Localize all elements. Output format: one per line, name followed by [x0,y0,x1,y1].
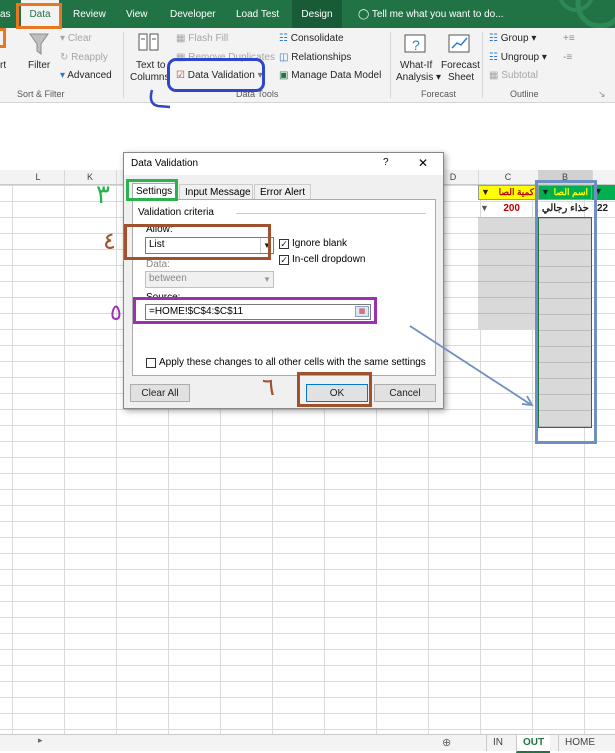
filter-icon [29,33,49,55]
annotation-arrow [409,325,534,407]
group-label-forecast: Forecast [421,89,457,99]
what-if-analysis-icon: ? [404,34,426,53]
close-icon[interactable]: ✕ [418,156,428,170]
group-icon: ☷ [489,33,498,44]
consolidate-button[interactable]: ☷ Consolidate [279,33,344,44]
annotation-box-data-tab [16,3,62,29]
outline-dialog-launcher-icon[interactable]: ↘ [598,89,606,100]
apply-all-label[interactable]: Apply these changes to all other cells w… [159,357,426,368]
subtotal-button[interactable]: ▦ Subtotal [489,70,538,81]
annotation-box-settings-tab [126,179,178,201]
ignore-blank-checkbox[interactable]: ✓ [279,239,289,249]
tab-input-message[interactable]: Input Message [179,184,253,200]
flash-fill-button[interactable]: ▦ Flash Fill [176,33,228,44]
decorative-circles-icon [559,0,615,28]
consolidate-icon: ☷ [279,33,288,44]
filter-button[interactable]: Filter [28,60,50,71]
clear-all-button[interactable]: Clear All [130,384,190,402]
tab-developer[interactable]: Developer [170,0,216,28]
chevron-down-icon: ▼ [263,275,271,284]
annotation-box-allow [124,224,271,260]
what-if-label-2[interactable]: Analysis ▾ [396,72,441,83]
annotation-label-step3: ٣ [96,180,110,210]
group-label-outline: Outline [510,89,539,99]
validation-criteria-label: Validation criteria [138,207,214,218]
dialog-titlebar: Data Validation ? ✕ [124,153,443,175]
ignore-blank-label[interactable]: Ignore blank [292,238,347,249]
sheet-tab-home[interactable]: HOME [558,735,601,751]
annotation-label-step5: ٥ [110,301,122,326]
annotation-box-ok [297,372,372,407]
forecast-sheet-icon [448,34,470,53]
relationships-button[interactable]: ◫ Relationships [279,52,351,63]
annotation-box-sort-partial [0,28,6,48]
group-label-sort-filter: Sort & Filter [17,89,65,99]
data-dropdown: between ▼ [145,271,274,288]
text-to-columns-label-1[interactable]: Text to [136,60,165,71]
show-detail-icon[interactable]: +≡ [563,33,575,44]
dropdown-arrow-icon[interactable]: ▼ [480,203,489,213]
annotation-label-step6: ٦ [262,373,275,401]
reapply-button[interactable]: ↻ Reapply [60,52,108,63]
ungroup-button[interactable]: ☷ Ungroup ▾ [489,52,547,63]
sheet-tab-out[interactable]: OUT [516,735,551,753]
annotation-label-step4: ٤ [103,227,116,255]
manage-data-model-button[interactable]: ▣ Manage Data Model [279,70,381,81]
column-header-c[interactable]: C [478,170,539,184]
apply-all-checkbox[interactable] [146,358,156,368]
annotation-mark-step2 [149,89,171,109]
advanced-filter-icon: ▾ [60,70,66,81]
annotation-box-target-range [535,180,597,444]
clear-button[interactable]: ▾ Clear [60,33,92,44]
hide-detail-icon[interactable]: -≡ [563,52,572,63]
incell-dropdown-label[interactable]: In-cell dropdown [292,254,365,265]
tell-me-box[interactable]: ◯ Tell me what you want to do... [358,0,504,28]
sort-button-partial[interactable]: rt [0,60,6,71]
group-separator [123,32,124,98]
forecast-sheet-label-2[interactable]: Sheet [448,72,474,83]
divider [236,213,426,214]
text-to-columns-label-2[interactable]: Columns [130,72,169,83]
tab-load-test[interactable]: Load Test [236,0,279,28]
lightbulb-icon: ◯ [358,9,370,20]
tab-error-alert[interactable]: Error Alert [254,184,311,200]
group-separator [390,32,391,98]
cell-c-data[interactable]: ▼ 200 [478,201,538,217]
ungroup-icon: ☷ [489,52,498,63]
range-c-selected[interactable] [478,217,538,329]
incell-dropdown-checkbox[interactable]: ✓ [279,255,289,265]
what-if-label-1[interactable]: What-If [400,60,432,71]
annotation-box-data-validation [167,58,265,92]
tab-review[interactable]: Review [73,0,106,28]
text-to-columns-icon [138,33,159,51]
forecast-sheet-label-1[interactable]: Forecast [441,60,480,71]
ribbon-tab-bar: as Data Review View Developer Load Test … [0,0,615,28]
filter-dropdown-icon[interactable]: ▼ [481,187,490,197]
svg-text:?: ? [412,37,420,53]
help-button[interactable]: ? [383,157,389,168]
data-model-icon: ▣ [279,70,289,81]
relationships-icon: ◫ [279,52,289,63]
dialog-title: Data Validation [131,158,199,169]
annotation-box-source [133,297,377,324]
data-label: Data: [146,259,170,270]
ribbon: rt Filter ▾ Clear ↻ Reapply ▾ Advanced S… [0,28,615,103]
tab-design[interactable]: Design [292,0,342,28]
cell-a-data-partial[interactable]: 22 [597,203,608,214]
sheet-tab-in[interactable]: IN [486,735,509,751]
scroll-right-arrow-icon[interactable]: ▸ [38,735,43,746]
tab-view[interactable]: View [126,0,148,28]
cell-c-header[interactable]: ▼ كمية الصا [478,185,538,200]
sheet-tab-bar: ▸ ⊕ IN OUT HOME [0,734,615,753]
group-button[interactable]: ☷ Group ▾ [489,33,536,44]
add-sheet-icon[interactable]: ⊕ [442,736,451,749]
column-header-l[interactable]: L [12,170,65,184]
tab-formulas-partial[interactable]: as [0,0,11,28]
group-separator [482,32,483,98]
advanced-button[interactable]: ▾ Advanced [60,70,112,81]
